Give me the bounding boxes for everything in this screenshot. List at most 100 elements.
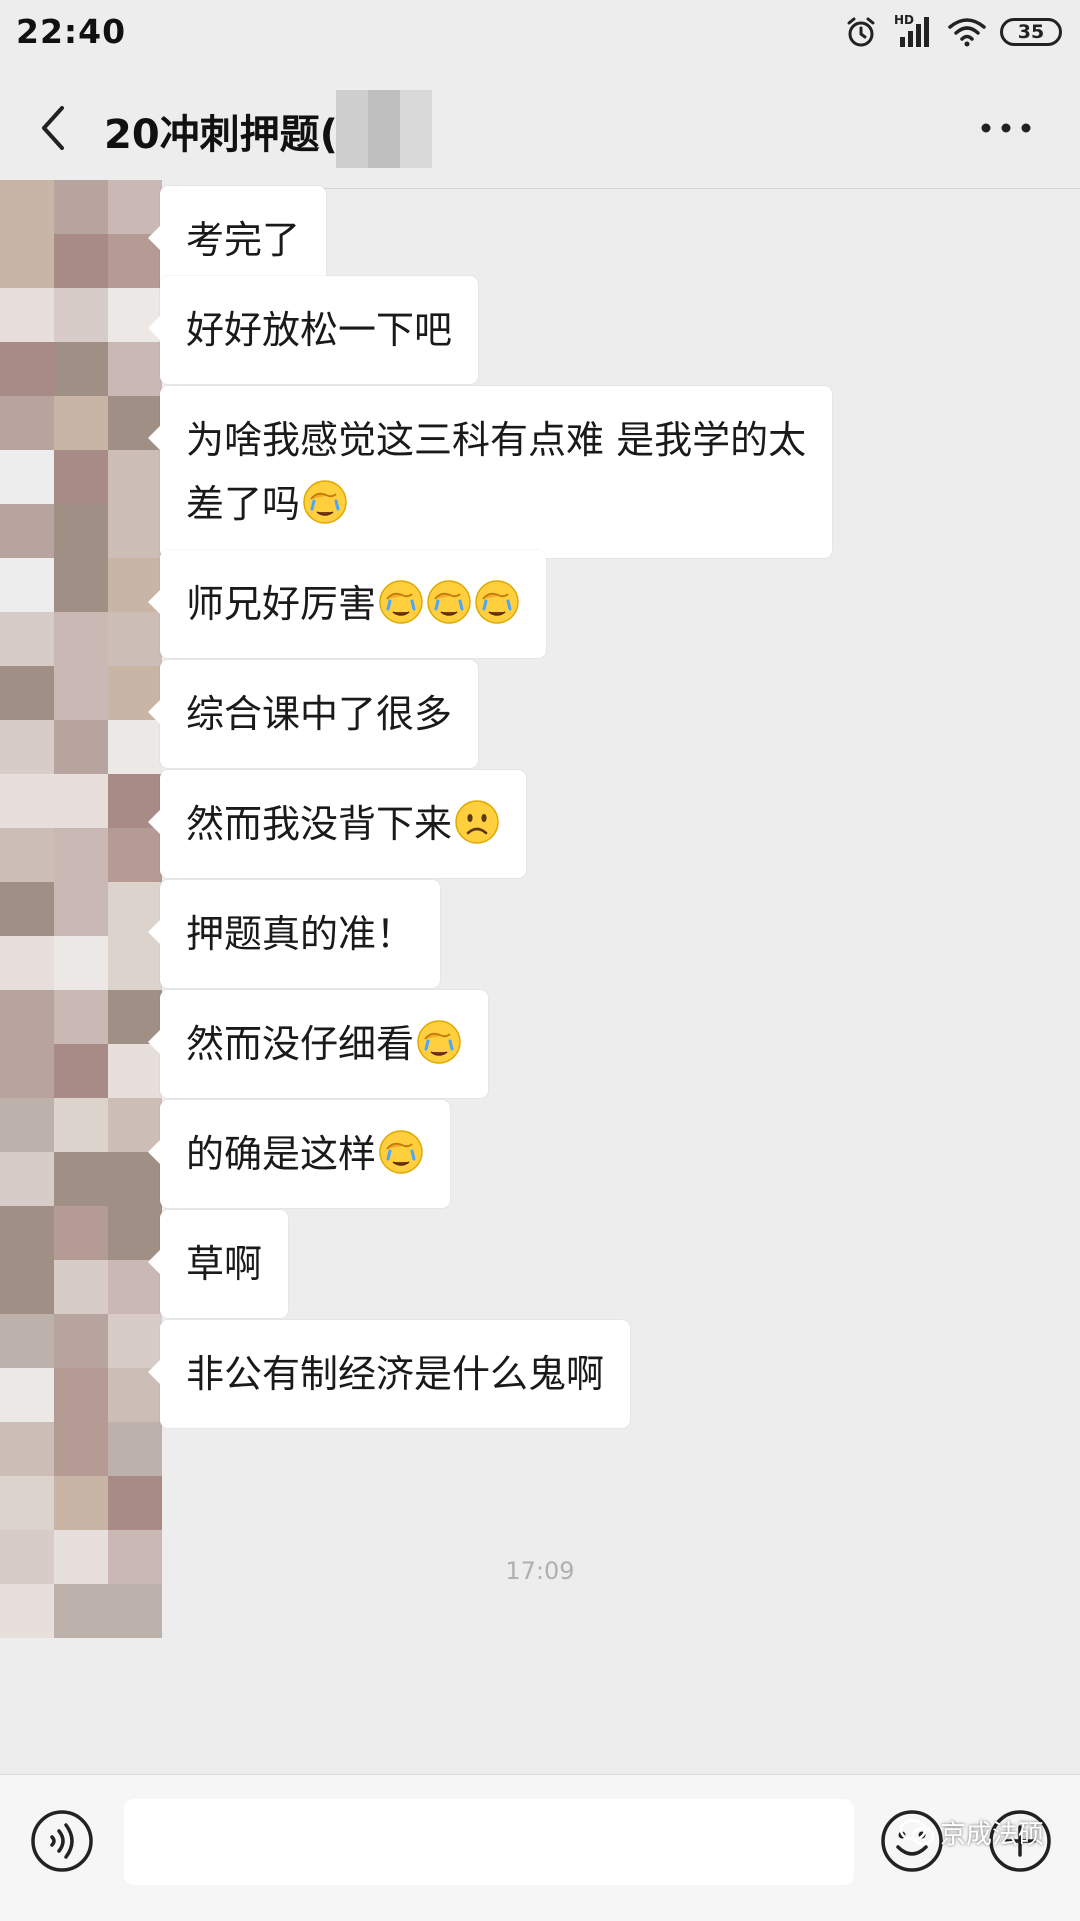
message-bubble[interactable]: 的确是这样 xyxy=(147,1100,451,1208)
wifi-icon xyxy=(948,18,986,47)
message-text: 然而我没背下来 xyxy=(186,802,453,846)
battery-indicator: 35 xyxy=(1000,18,1062,46)
chevron-left-icon xyxy=(42,106,64,150)
message-text: 押题真的准！ xyxy=(186,912,415,956)
avatar-mosaic-tile xyxy=(0,828,54,882)
message-text: 的确是这样 xyxy=(186,1132,377,1176)
avatar-mosaic-tile xyxy=(54,342,108,396)
avatar-mosaic-tile xyxy=(108,828,162,882)
message-bubble[interactable]: 草啊 xyxy=(147,1210,289,1318)
facepalm-cry-emoji xyxy=(417,1020,461,1064)
avatar-mosaic-tile xyxy=(54,558,108,612)
avatar-mosaic-tile xyxy=(54,1206,108,1260)
avatar-mosaic-tile xyxy=(54,774,108,828)
avatar-mosaic-tile xyxy=(0,504,54,558)
pixelated-avatars xyxy=(0,180,162,1770)
message-bubble[interactable]: 非公有制经济是什么鬼啊 xyxy=(147,1320,631,1428)
title-mosaic-mask xyxy=(336,90,432,168)
back-button[interactable] xyxy=(30,96,76,160)
avatar-mosaic-tile xyxy=(0,1368,54,1422)
avatar-mosaic-tile xyxy=(54,1476,108,1530)
avatar-mosaic-tile xyxy=(0,1260,54,1314)
message-text: 然而没仔细看 xyxy=(186,1022,415,1066)
message-list[interactable]: 考完了好好放松一下吧为啥我感觉这三科有点难 是我学的太 差了吗师兄好厉害综合课中… xyxy=(0,180,1080,1770)
message-bubble[interactable]: 好好放松一下吧 xyxy=(147,276,479,384)
facepalm-cry-emoji xyxy=(427,580,471,624)
avatar-mosaic-tile xyxy=(54,666,108,720)
message-bubble[interactable]: 然而没仔细看 xyxy=(147,990,489,1098)
avatar-mosaic-tile xyxy=(0,1098,54,1152)
avatar-mosaic-tile xyxy=(0,1476,54,1530)
avatar-mosaic-tile xyxy=(54,612,108,666)
avatar-mosaic-tile xyxy=(0,990,54,1044)
avatar-mosaic-tile xyxy=(54,504,108,558)
signal-icon xyxy=(900,17,929,47)
message-text: 为啥我感觉这三科有点难 是我学的太 差了吗 xyxy=(186,418,807,526)
avatar-mosaic-tile xyxy=(108,1422,162,1476)
message-bubble[interactable]: 押题真的准！ xyxy=(147,880,441,988)
avatar-mosaic-tile xyxy=(0,342,54,396)
facepalm-cry-emoji xyxy=(475,580,519,624)
avatar-mosaic-tile xyxy=(0,774,54,828)
emoji-group xyxy=(376,580,520,626)
avatar-mosaic-tile xyxy=(54,396,108,450)
avatar-mosaic-tile xyxy=(54,1368,108,1422)
voice-button[interactable] xyxy=(30,1809,94,1873)
facepalm-cry-emoji xyxy=(379,1130,423,1174)
avatar-mosaic-tile xyxy=(0,882,54,936)
avatar-mosaic-tile xyxy=(0,396,54,450)
avatar-mosaic-tile xyxy=(0,1152,54,1206)
emoji-group xyxy=(452,800,500,846)
avatar-mosaic-tile xyxy=(54,990,108,1044)
avatar-mosaic-tile xyxy=(54,882,108,936)
watermark: 京成法硕 xyxy=(899,1814,1044,1851)
facepalm-cry-emoji xyxy=(303,480,347,524)
message-text: 师兄好厉害 xyxy=(186,582,377,626)
message-timestamp: 17:09 xyxy=(505,1557,575,1585)
avatar-mosaic-tile xyxy=(0,1314,54,1368)
avatar-mosaic-tile xyxy=(54,234,108,288)
more-button[interactable] xyxy=(978,108,1034,148)
avatar-mosaic-tile xyxy=(54,180,108,234)
message-text: 考完了 xyxy=(186,218,301,262)
avatar-mosaic-tile xyxy=(54,1260,108,1314)
avatar-mosaic-tile xyxy=(54,1152,108,1206)
message-text: 好好放松一下吧 xyxy=(186,308,453,352)
status-icons: HD 35 xyxy=(844,12,1062,52)
avatar-mosaic-tile xyxy=(54,1584,108,1638)
message-text: 草啊 xyxy=(186,1242,263,1286)
signal-indicator: HD xyxy=(892,13,934,49)
avatar-mosaic-tile xyxy=(0,234,54,288)
message-input[interactable] xyxy=(124,1799,854,1885)
avatar-mosaic-tile xyxy=(54,288,108,342)
alarm-icon xyxy=(847,17,875,47)
avatar-mosaic-tile xyxy=(108,612,162,666)
avatar-mosaic-tile xyxy=(0,1584,54,1638)
avatar-mosaic-tile xyxy=(54,936,108,990)
emoji-group xyxy=(376,1130,424,1176)
emoji-group xyxy=(414,1020,462,1066)
status-bar: 22:40 HD 35 xyxy=(0,0,1080,68)
chat-header: 20冲刺押题( xyxy=(0,68,1080,189)
avatar-mosaic-tile xyxy=(108,1476,162,1530)
message-bubble[interactable]: 为啥我感觉这三科有点难 是我学的太 差了吗 xyxy=(147,386,833,558)
message-bubble[interactable]: 然而我没背下来 xyxy=(147,770,527,878)
more-dots-icon xyxy=(981,123,1031,133)
avatar-mosaic-tile xyxy=(0,288,54,342)
message-bubble[interactable]: 综合课中了很多 xyxy=(147,660,479,768)
avatar-mosaic-tile xyxy=(0,666,54,720)
avatar-mosaic-tile xyxy=(54,450,108,504)
sad-face-emoji xyxy=(455,800,499,844)
emoji-group xyxy=(300,480,348,526)
avatar-mosaic-tile xyxy=(0,612,54,666)
avatar-mosaic-tile xyxy=(108,504,162,558)
voice-icon xyxy=(31,1810,93,1872)
avatar-mosaic-tile xyxy=(0,1044,54,1098)
message-bubble[interactable]: 师兄好厉害 xyxy=(147,550,547,658)
avatar-mosaic-tile xyxy=(108,720,162,774)
avatar-mosaic-tile xyxy=(0,1422,54,1476)
avatar-mosaic-tile xyxy=(108,342,162,396)
message-text: 综合课中了很多 xyxy=(186,692,453,736)
watermark-text: 京成法硕 xyxy=(939,1820,1044,1850)
avatar-mosaic-tile xyxy=(54,828,108,882)
